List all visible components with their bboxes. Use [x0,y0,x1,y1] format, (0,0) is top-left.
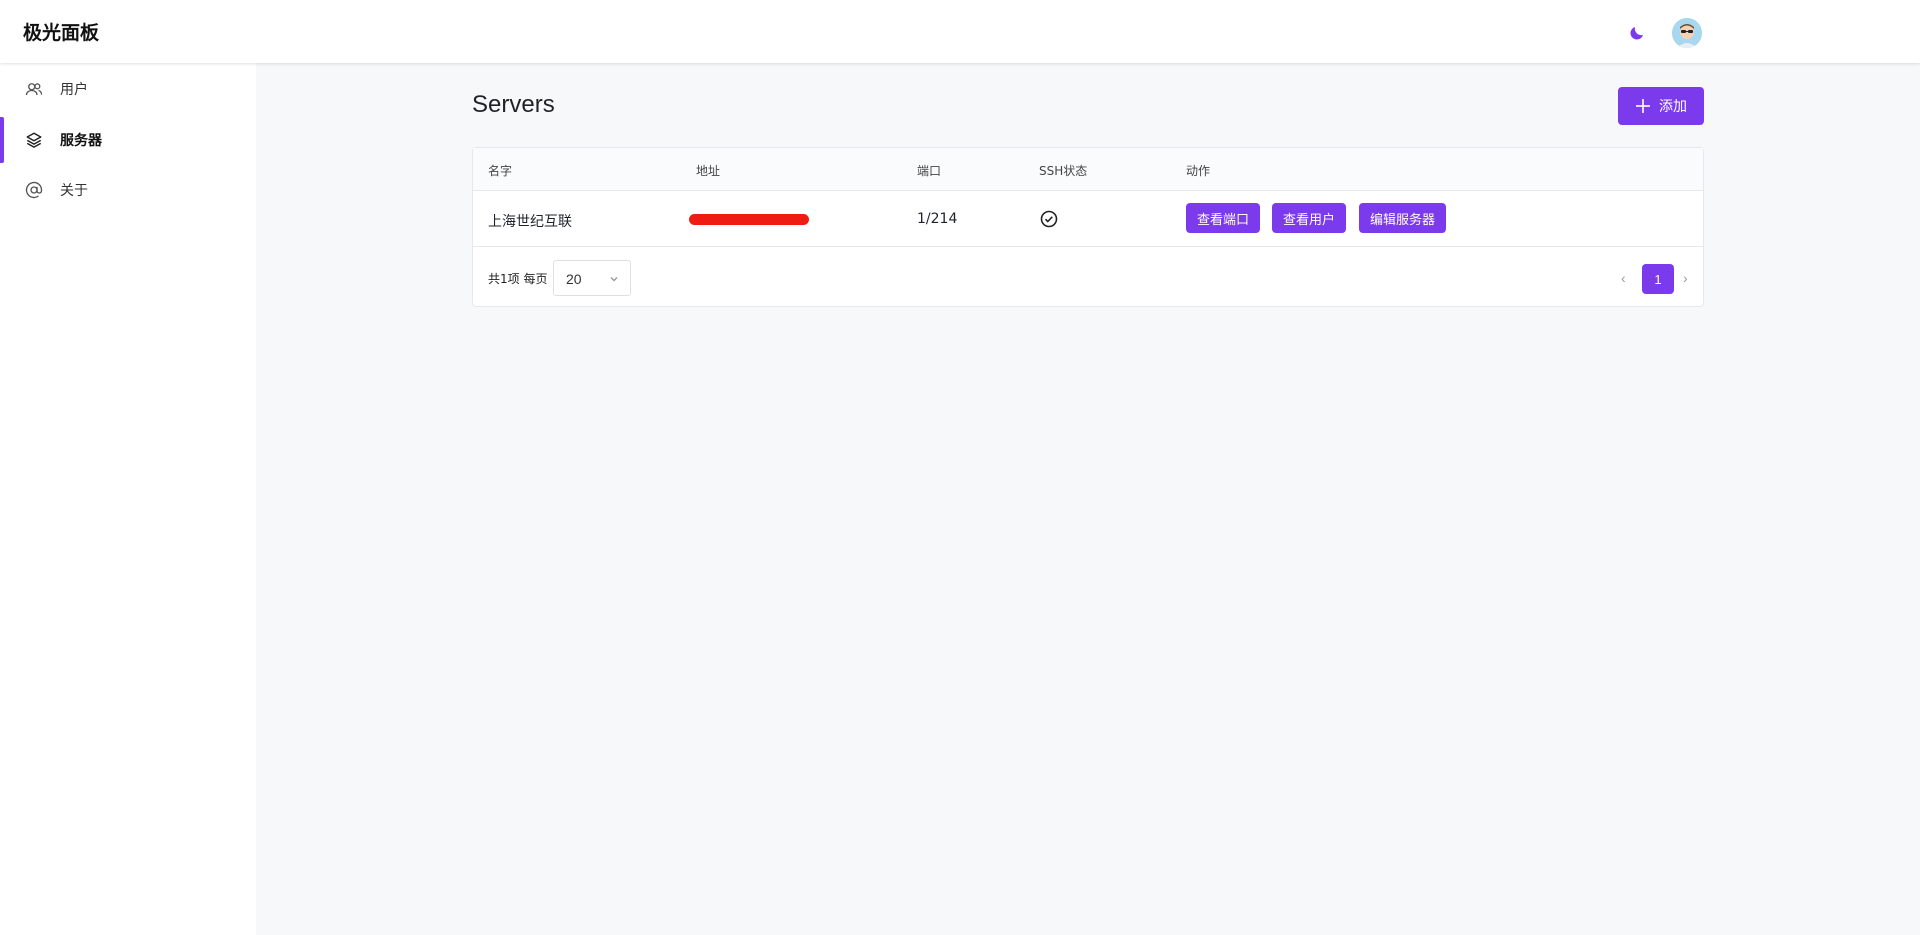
moon-icon [1630,27,1643,40]
next-page-button[interactable]: › [1683,270,1688,286]
main-content: Servers 添加 名字 地址 端口 SSH状态 动作 上海世纪互联 1/21… [256,63,1920,935]
column-header-ssh-status: SSH状态 [1039,164,1088,178]
pagination-bar: 共1项 每页 20 ‹ 1 › [473,248,1703,308]
table-row: 上海世纪互联 1/214 查看端口 查看用户 编辑服务器 [473,191,1703,247]
top-header: 极光面板 [0,0,1920,63]
column-header-actions: 动作 [1186,164,1211,178]
sidebar-item-label: 关于 [60,183,88,199]
add-server-button[interactable]: 添加 [1618,87,1704,125]
page-size-select[interactable]: 20 [553,260,631,296]
check-circle-icon [1039,209,1059,229]
servers-table: 名字 地址 端口 SSH状态 动作 上海世纪互联 1/214 查看端口 查看用户 [472,147,1704,307]
view-ports-button[interactable]: 查看端口 [1186,203,1261,233]
layers-icon [24,130,44,150]
view-users-button[interactable]: 查看用户 [1272,203,1347,233]
redacted-address [689,214,809,225]
sidebar-item-about[interactable]: 关于 [0,167,256,213]
page-button-current[interactable]: 1 [1642,264,1674,294]
page-title: Servers [472,91,555,118]
avatar-icon [1672,18,1702,48]
page-size-value: 20 [566,271,582,287]
at-icon [24,180,44,200]
total-count-text: 共1项 每页 [488,272,548,286]
sidebar-item-label: 服务器 [60,133,102,149]
sidebar-item-users[interactable]: 用户 [0,66,256,112]
column-header-port: 端口 [917,164,942,178]
server-ports: 1/214 [917,211,958,227]
sidebar: 用户 服务器 关于 [0,63,256,935]
server-name: 上海世纪互联 [488,214,572,230]
users-icon [24,79,44,99]
theme-toggle-button[interactable] [1626,22,1648,44]
table-header: 名字 地址 端口 SSH状态 动作 [473,148,1703,191]
add-button-label: 添加 [1659,99,1687,115]
sidebar-item-servers[interactable]: 服务器 [0,117,256,163]
user-avatar[interactable] [1672,18,1702,48]
app-root: 极光面板 用户 服务器 关于 Servers 添加 名字 地址 端口 SSH状态… [0,0,1920,935]
edit-server-button[interactable]: 编辑服务器 [1359,203,1447,233]
app-brand: 极光面板 [23,22,100,44]
chevron-down-icon [610,277,618,282]
prev-page-button[interactable]: ‹ [1621,270,1626,286]
column-header-name: 名字 [488,164,513,178]
plus-icon [1636,99,1650,113]
column-header-address: 地址 [696,164,721,178]
sidebar-item-label: 用户 [60,82,88,98]
